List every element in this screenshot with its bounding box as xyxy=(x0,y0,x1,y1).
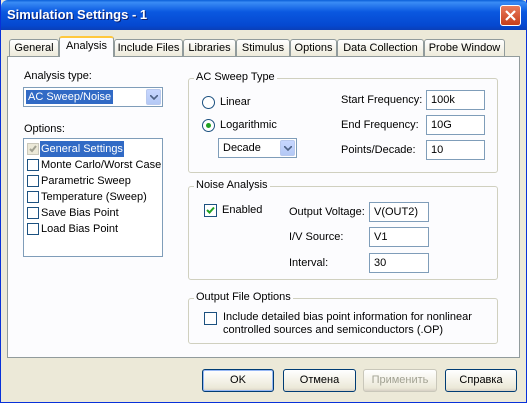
include-bias-point-label-line1: Include detailed bias point information … xyxy=(223,311,472,323)
points-per-decade-input[interactable]: 10 xyxy=(426,140,485,160)
close-icon xyxy=(505,10,516,21)
chevron-down-icon xyxy=(284,146,292,151)
log-scale-select[interactable]: Decade xyxy=(218,138,297,158)
tab-stimulus[interactable]: Stimulus xyxy=(236,39,290,57)
window-title: Simulation Settings - 1 xyxy=(7,7,148,22)
noise-enabled-checkbox[interactable] xyxy=(204,204,217,217)
ac-sweep-group-title: AC Sweep Type xyxy=(194,71,277,83)
dropdown-arrow-button[interactable] xyxy=(146,89,161,105)
linear-radio[interactable] xyxy=(202,96,215,109)
dialog-window: Simulation Settings - 1 General Analysis… xyxy=(0,0,527,403)
options-listbox[interactable]: General Settings Monte Carlo/Worst Case … xyxy=(23,138,163,257)
output-voltage-input[interactable]: V(OUT2) xyxy=(369,202,429,222)
list-item-label: General Settings xyxy=(40,141,124,157)
list-item[interactable]: General Settings xyxy=(26,141,160,157)
dropdown-arrow-button[interactable] xyxy=(280,140,295,156)
checkbox[interactable] xyxy=(27,159,39,171)
list-item[interactable]: Temperature (Sweep) xyxy=(26,189,160,205)
close-button[interactable] xyxy=(500,5,521,26)
list-item[interactable]: Monte Carlo/Worst Case xyxy=(26,157,162,173)
checkbox[interactable] xyxy=(27,223,39,235)
iv-source-label: I/V Source: xyxy=(289,231,344,243)
cancel-button[interactable]: Отмена xyxy=(283,369,356,392)
noise-analysis-group-title: Noise Analysis xyxy=(194,179,270,191)
output-voltage-label: Output Voltage: xyxy=(289,206,365,218)
analysis-type-label: Analysis type: xyxy=(24,70,92,82)
tab-include-files[interactable]: Include Files xyxy=(114,39,183,57)
radio-dot xyxy=(206,123,211,128)
include-bias-point-label-line2: controlled sources and semiconductors (.… xyxy=(223,324,444,336)
list-item[interactable]: Parametric Sweep xyxy=(26,173,160,189)
noise-enabled-label: Enabled xyxy=(222,204,263,216)
checkbox[interactable] xyxy=(27,143,39,155)
list-item[interactable]: Load Bias Point xyxy=(26,221,160,237)
interval-label: Interval: xyxy=(289,257,329,269)
list-item-label: Save Bias Point xyxy=(41,207,119,219)
end-frequency-label: End Frequency: xyxy=(341,119,419,131)
title-bar[interactable]: Simulation Settings - 1 xyxy=(1,0,527,30)
logarithmic-radio[interactable] xyxy=(202,119,215,132)
list-item-label: Monte Carlo/Worst Case xyxy=(41,159,162,171)
include-bias-point-checkbox[interactable] xyxy=(204,312,217,325)
linear-label: Linear xyxy=(220,96,251,108)
analysis-type-value: AC Sweep/Noise xyxy=(26,90,114,104)
check-icon xyxy=(29,145,37,153)
check-icon xyxy=(206,206,215,214)
start-frequency-input[interactable]: 100k xyxy=(426,90,485,110)
tab-general[interactable]: General xyxy=(9,39,59,57)
interval-input[interactable]: 30 xyxy=(369,253,429,273)
tab-libraries[interactable]: Libraries xyxy=(183,39,236,57)
help-button[interactable]: Справка xyxy=(445,369,517,392)
start-frequency-label: Start Frequency: xyxy=(341,94,423,106)
iv-source-input[interactable]: V1 xyxy=(369,227,429,247)
list-item-label: Parametric Sweep xyxy=(41,175,131,187)
end-frequency-input[interactable]: 10G xyxy=(426,115,485,135)
apply-button[interactable]: Применить xyxy=(363,369,437,392)
checkbox[interactable] xyxy=(27,191,39,203)
points-per-decade-label: Points/Decade: xyxy=(341,144,416,156)
chevron-down-icon xyxy=(150,95,158,100)
tab-data-collection[interactable]: Data Collection xyxy=(337,39,424,57)
ok-button[interactable]: OK xyxy=(202,369,274,392)
list-item-label: Temperature (Sweep) xyxy=(41,191,147,203)
tab-options[interactable]: Options xyxy=(290,39,337,57)
options-label: Options: xyxy=(24,123,65,135)
tab-analysis[interactable]: Analysis xyxy=(59,36,114,57)
list-item-label: Load Bias Point xyxy=(41,223,119,235)
tab-probe-window[interactable]: Probe Window xyxy=(424,39,505,57)
log-scale-value: Decade xyxy=(223,142,261,154)
checkbox[interactable] xyxy=(27,175,39,187)
list-item[interactable]: Save Bias Point xyxy=(26,205,160,221)
logarithmic-label: Logarithmic xyxy=(220,119,277,131)
checkbox[interactable] xyxy=(27,207,39,219)
output-file-options-group-title: Output File Options xyxy=(194,291,293,303)
analysis-type-select[interactable]: AC Sweep/Noise xyxy=(23,87,163,107)
